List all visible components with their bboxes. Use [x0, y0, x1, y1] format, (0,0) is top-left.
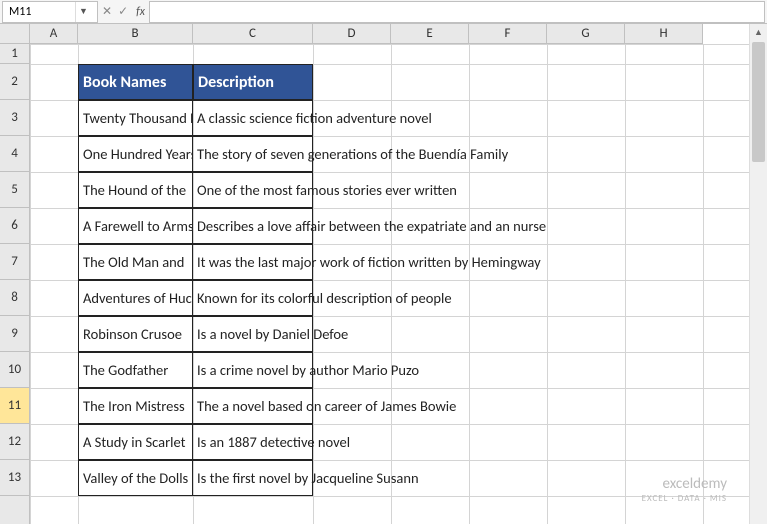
- row-header-5[interactable]: 5: [0, 172, 29, 208]
- row-header-7[interactable]: 7: [0, 244, 29, 280]
- cell-c7[interactable]: It was the last major work of fiction wr…: [193, 244, 313, 280]
- cell-b10[interactable]: The Godfather: [78, 352, 193, 388]
- cell-b4[interactable]: One Hundred Years: [78, 136, 193, 172]
- header-book-names[interactable]: Book Names: [78, 64, 193, 100]
- cell-c5[interactable]: One of the most famous stories ever writ…: [193, 172, 313, 208]
- cell-b5[interactable]: The Hound of the: [78, 172, 193, 208]
- cell-c4[interactable]: The story of seven generations of the Bu…: [193, 136, 313, 172]
- cell-c9[interactable]: Is a novel by Daniel Defoe: [193, 316, 313, 352]
- scroll-thumb[interactable]: [752, 42, 765, 162]
- cell-c3[interactable]: A classic science fiction adventure nove…: [193, 100, 313, 136]
- cell-reference: M11: [9, 5, 75, 19]
- header-description[interactable]: Description: [193, 64, 313, 100]
- column-header-G[interactable]: G: [547, 24, 625, 43]
- cell-b11[interactable]: The Iron Mistress: [78, 388, 193, 424]
- row-headers: 12345678910111213: [0, 44, 30, 524]
- formula-bar-buttons: ✕ ✓: [98, 4, 132, 19]
- formula-input[interactable]: [149, 1, 765, 23]
- cell-b12[interactable]: A Study in Scarlet: [78, 424, 193, 460]
- vertical-scrollbar[interactable]: ▲: [749, 24, 767, 524]
- column-header-D[interactable]: D: [313, 24, 391, 43]
- row-header-12[interactable]: 12: [0, 424, 29, 460]
- column-header-E[interactable]: E: [391, 24, 469, 43]
- row-header-13[interactable]: 13: [0, 460, 29, 496]
- cell-b3[interactable]: Twenty Thousand Leagues: [78, 100, 193, 136]
- cell-b9[interactable]: Robinson Crusoe: [78, 316, 193, 352]
- row-header-10[interactable]: 10: [0, 352, 29, 388]
- select-all-corner[interactable]: [0, 24, 30, 44]
- cell-b6[interactable]: A Farewell to Arms: [78, 208, 193, 244]
- column-header-A[interactable]: A: [30, 24, 78, 43]
- column-header-H[interactable]: H: [625, 24, 703, 43]
- row-header-3[interactable]: 3: [0, 100, 29, 136]
- scroll-up-icon[interactable]: ▲: [750, 24, 767, 40]
- cancel-icon: ✕: [102, 4, 112, 19]
- sheet-area: ABCDEFGH 12345678910111213 Book NamesDes…: [0, 24, 767, 524]
- cell-c11[interactable]: The a novel based on career of James Bow…: [193, 388, 313, 424]
- enter-icon: ✓: [118, 4, 128, 19]
- cell-b7[interactable]: The Old Man and: [78, 244, 193, 280]
- cell-c10[interactable]: Is a crime novel by author Mario Puzo: [193, 352, 313, 388]
- cell-b8[interactable]: Adventures of Huck: [78, 280, 193, 316]
- row-header-11[interactable]: 11: [0, 388, 29, 424]
- cell-c6[interactable]: Describes a love affair between the expa…: [193, 208, 313, 244]
- cell-c8[interactable]: Known for its colorful description of pe…: [193, 280, 313, 316]
- cell-c12[interactable]: Is an 1887 detective novel: [193, 424, 313, 460]
- column-header-C[interactable]: C: [193, 24, 313, 43]
- formula-bar: M11 ▼ ✕ ✓ fx: [0, 0, 767, 24]
- row-header-1[interactable]: 1: [0, 44, 29, 64]
- cells-grid[interactable]: Book NamesDescriptionTwenty Thousand Lea…: [30, 44, 767, 524]
- row-header-9[interactable]: 9: [0, 316, 29, 352]
- column-header-B[interactable]: B: [78, 24, 193, 43]
- name-box-dropdown-icon[interactable]: ▼: [75, 2, 91, 22]
- row-header-4[interactable]: 4: [0, 136, 29, 172]
- column-headers: ABCDEFGH: [30, 24, 703, 44]
- row-header-6[interactable]: 6: [0, 208, 29, 244]
- row-header-2[interactable]: 2: [0, 64, 29, 100]
- name-box[interactable]: M11 ▼: [2, 1, 98, 23]
- row-header-8[interactable]: 8: [0, 280, 29, 316]
- fx-icon[interactable]: fx: [132, 5, 149, 19]
- cell-c13[interactable]: Is the first novel by Jacqueline Susann: [193, 460, 313, 496]
- cell-b13[interactable]: Valley of the Dolls: [78, 460, 193, 496]
- column-header-F[interactable]: F: [469, 24, 547, 43]
